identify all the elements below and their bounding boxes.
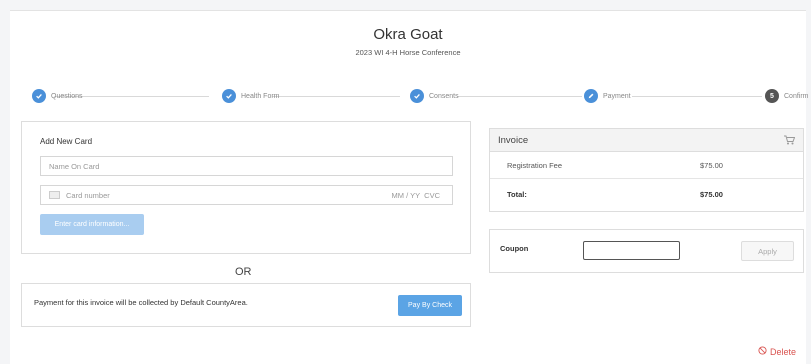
page-subtitle: 2023 WI 4-H Horse Conference [355,48,461,57]
total-label: Total: [507,189,527,199]
add-card-panel: Add New Card Name On Card Card number MM… [21,121,471,254]
line-item-label: Registration Fee [507,161,563,170]
check-payment-message: Payment for this invoice will be collect… [34,298,248,307]
delete-label: Delete [769,346,796,357]
step-label: Health Form [241,92,280,100]
step-label: Questions [51,92,83,100]
invoice-title: Invoice [498,134,529,146]
page-title: Okra Goat [373,26,443,43]
step-health-form[interactable]: Health Form [222,89,280,103]
card-number-placeholder: Card number [66,190,110,200]
total-amount: $75.00 [700,189,723,199]
coupon-label: Coupon [500,244,529,253]
coupon-input[interactable] [583,241,680,260]
checkmark-icon [410,89,424,103]
step-number: 5 [765,89,779,103]
step-confirm[interactable]: 5 Confirm [765,89,809,103]
step-label: Payment [603,92,631,100]
step-consents[interactable]: Consents [410,89,459,103]
cart-icon [784,135,796,148]
invoice-total: Total: $75.00 [490,181,803,207]
expiry-cvc-placeholder: MM / YY CVC [391,190,440,200]
name-on-card-input[interactable]: Name On Card [40,156,453,176]
step-payment[interactable]: Payment [584,89,631,103]
checkmark-icon [222,89,236,103]
invoice-line-item: Registration Fee $75.00 [490,153,803,179]
apply-coupon-button[interactable]: Apply [741,241,794,261]
enter-card-button[interactable]: Enter card information... [40,214,144,235]
checkmark-icon [32,89,46,103]
invoice-panel: Invoice Registration Fee $75.00 Total: $… [489,128,804,212]
add-card-heading: Add New Card [40,137,93,146]
ban-icon [758,346,767,357]
step-connector [457,96,582,97]
registration-page: Okra Goat 2023 WI 4-H Horse Conference Q… [10,10,809,364]
card-number-input[interactable]: Card number MM / YY CVC [40,185,453,205]
step-questions[interactable]: Questions [32,89,83,103]
pay-by-check-button[interactable]: Pay By Check [398,295,462,316]
line-item-amount: $75.00 [700,161,723,170]
card-icon [49,191,60,199]
pencil-icon [584,89,598,103]
step-label: Consents [429,92,459,100]
delete-button[interactable]: Delete [758,346,796,357]
coupon-panel: Coupon Apply [489,229,804,273]
or-divider: OR [235,266,252,278]
name-on-card-placeholder: Name On Card [49,161,100,171]
invoice-header: Invoice [490,129,803,152]
step-label: Confirm [784,92,809,100]
step-progress: Questions Health Form Consents Payment 5… [32,87,809,103]
step-connector [632,96,762,97]
check-payment-panel: Payment for this invoice will be collect… [21,283,471,327]
step-connector [272,96,400,97]
